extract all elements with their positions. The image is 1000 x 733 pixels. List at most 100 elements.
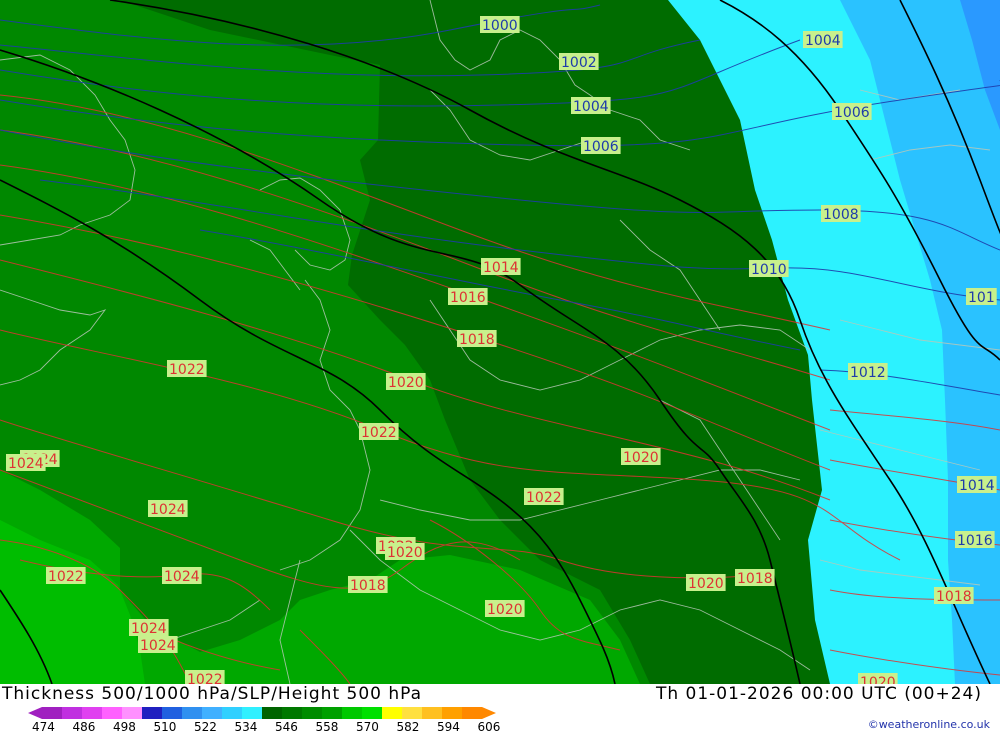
isobar-label-text: 1024	[150, 502, 186, 518]
isobar-label-text: 1020	[623, 450, 659, 466]
isobar-label-text: 101	[968, 290, 995, 306]
isobar-label: 1008	[821, 205, 861, 223]
isobar-label: 1014	[957, 476, 997, 494]
legend-swatch	[442, 707, 462, 719]
legend-swatch	[142, 707, 162, 719]
isobar-label-text: 1014	[959, 478, 995, 494]
legend-tick-label: 558	[316, 720, 339, 733]
legend-swatch	[462, 707, 482, 719]
isobar-label-text: 1020	[688, 576, 724, 592]
isobar-label: 1022	[167, 360, 207, 378]
isobar-label-text: 1004	[805, 33, 841, 49]
isobar-label: 1016	[448, 288, 488, 306]
isobar-label: 1018	[457, 330, 497, 348]
legend-tick-label: 594	[437, 720, 460, 733]
legend-tick-label: 546	[275, 720, 298, 733]
legend-swatch	[342, 707, 362, 719]
isobar-label: 1006	[581, 137, 621, 155]
isobar-label: 1004	[803, 31, 843, 49]
credit-link[interactable]: ©weatheronline.co.uk	[868, 718, 990, 731]
isobar-label-text: 1020	[860, 675, 896, 684]
legend-swatch	[82, 707, 102, 719]
isobar-label: 1016	[955, 531, 995, 549]
legend-swatch	[102, 707, 122, 719]
isobar-label: 101	[966, 288, 997, 306]
isobar-label: 1024	[129, 619, 169, 637]
legend-tick-label: 570	[356, 720, 379, 733]
legend-arrow-left	[28, 707, 42, 719]
legend-swatch	[322, 707, 342, 719]
isobar-label: 1022	[185, 670, 225, 684]
isobar-label-text: 1006	[834, 105, 870, 121]
isobar-label-text: 1020	[387, 545, 423, 561]
isobar-label: 1022	[46, 567, 86, 585]
isobar-label: 1018	[735, 569, 775, 587]
legend-swatch	[382, 707, 402, 719]
legend-tick-label: 474	[32, 720, 55, 733]
isobar-label-text: 1018	[459, 332, 495, 348]
legend-swatch	[62, 707, 82, 719]
legend-tick-label: 606	[478, 720, 501, 733]
isobar-label: 1024	[138, 636, 178, 654]
isobar-label-text: 1016	[450, 290, 486, 306]
legend-swatch	[122, 707, 142, 719]
legend-swatch	[422, 707, 442, 719]
isobar-label-text: 1022	[361, 425, 397, 441]
legend-swatch	[162, 707, 182, 719]
legend-swatch	[262, 707, 282, 719]
map-footer: Thickness 500/1000 hPa/SLP/Height 500 hP…	[0, 684, 1000, 733]
isobar-label: 1002	[559, 53, 599, 71]
legend-swatch	[282, 707, 302, 719]
isobar-label-text: 1010	[751, 262, 787, 278]
isobar-label-text: 1006	[583, 139, 619, 155]
isobar-label: 1024	[162, 567, 202, 585]
isobar-label-text: 1000	[482, 18, 518, 34]
legend-swatch	[242, 707, 262, 719]
weather-map: 1000 1002 1004 1006 1004 1006 1008 1010 1012 101 1…	[0, 0, 1000, 684]
isobar-label-text: 1024	[8, 456, 44, 472]
isobar-label-text: 1016	[957, 533, 993, 549]
isobar-label: 1006	[832, 103, 872, 121]
isobar-label-text: 1002	[561, 55, 597, 71]
isobar-label: 1018	[348, 576, 388, 594]
isobar-label: 1020	[485, 600, 525, 618]
isobar-label-text: 1018	[350, 578, 386, 594]
legend-tick-label: 582	[397, 720, 420, 733]
isobar-label-text: 1020	[487, 602, 523, 618]
legend-tick-label: 522	[194, 720, 217, 733]
product-title: Thickness 500/1000 hPa/SLP/Height 500 hP…	[2, 684, 423, 704]
isobar-label: 1024	[6, 454, 46, 472]
thickness-color-legend: 474 486 498 510 522 534 546 558 570 582 594 606	[28, 707, 501, 733]
isobar-label-text: 1008	[823, 207, 859, 223]
isobar-label: 1020	[386, 373, 426, 391]
isobar-label: 1014	[481, 258, 521, 276]
isobar-label: 1020	[858, 673, 898, 684]
isobar-label-text: 1022	[187, 672, 223, 684]
isobar-label-text: 1022	[169, 362, 205, 378]
legend-tick-label: 498	[113, 720, 136, 733]
valid-time: Th 01-01-2026 00:00 UTC (00+24)	[655, 684, 982, 704]
isobar-label: 1012	[848, 363, 888, 381]
legend-tick-label: 510	[154, 720, 177, 733]
isobar-label-text: 1014	[483, 260, 519, 276]
legend-swatch	[222, 707, 242, 719]
isobar-label-text: 1004	[573, 99, 609, 115]
isobar-label-text: 1024	[164, 569, 200, 585]
legend-tick-label: 486	[73, 720, 96, 733]
legend-tick-label: 534	[235, 720, 258, 733]
legend-swatch	[202, 707, 222, 719]
isobar-label: 1022	[524, 488, 564, 506]
isobar-label-text: 1018	[936, 589, 972, 605]
isobar-label: 1022	[359, 423, 399, 441]
isobar-label: 1018	[934, 587, 974, 605]
legend-swatch	[362, 707, 382, 719]
isobar-label-text: 1012	[850, 365, 886, 381]
legend-swatch	[302, 707, 322, 719]
isobar-label-text: 1024	[140, 638, 176, 654]
legend-swatch	[402, 707, 422, 719]
isobar-label-text: 1020	[388, 375, 424, 391]
legend-arrow-right	[482, 707, 496, 719]
isobar-label-text: 1022	[48, 569, 84, 585]
isobar-label: 1004	[571, 97, 611, 115]
isobar-label-text: 1022	[526, 490, 562, 506]
